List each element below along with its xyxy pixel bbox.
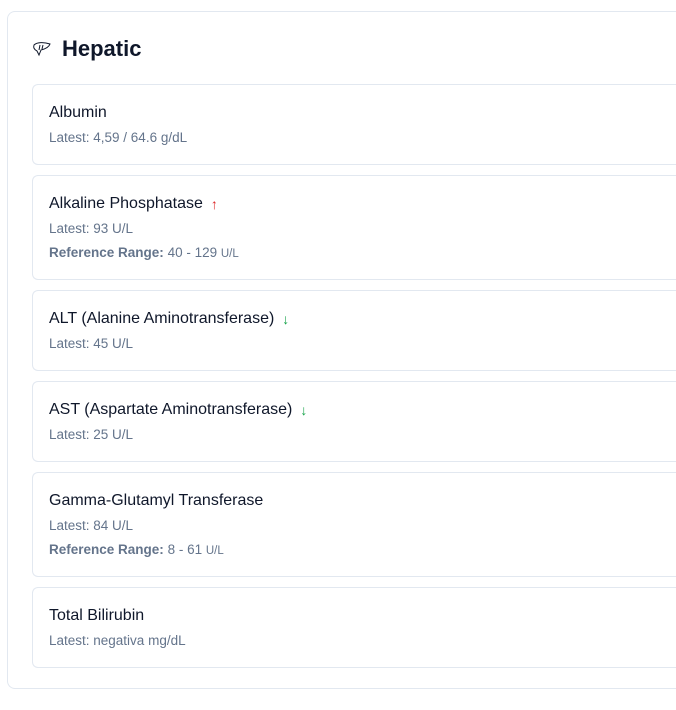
arrow-up-icon: ↑ [210, 196, 218, 212]
liver-icon [32, 41, 52, 57]
arrow-down-icon: ↓ [282, 311, 290, 327]
test-name: Gamma-Glutamyl Transferase [49, 492, 264, 509]
latest-value: Latest: 25 U/L [49, 427, 134, 442]
reference-value: 8 - 61 [167, 542, 203, 557]
latest-value: Latest: 4,59 / 64.6 g/dL [49, 130, 188, 145]
reference-unit: U/L [205, 545, 224, 557]
test-card-alt[interactable]: ALT (Alanine Aminotransferase) ↓ Latest: … [32, 290, 676, 371]
section-title: Hepatic [62, 36, 142, 61]
reference-range: Reference Range: 8 - 61 U/L [49, 542, 660, 560]
test-card-ast[interactable]: AST (Aspartate Aminotransferase) ↓ Latest… [32, 381, 676, 462]
section-header: Hepatic [32, 36, 141, 62]
test-name: Alkaline Phosphatase [49, 195, 203, 212]
reference-unit: U/L [220, 248, 239, 260]
latest-value: Latest: 45 U/L [49, 336, 134, 351]
test-card-ggt[interactable]: Gamma-Glutamyl Transferase Latest: 84 U/… [32, 472, 676, 577]
reference-label: Reference Range: [49, 542, 164, 557]
test-card-alkaline-phosphatase[interactable]: Alkaline Phosphatase ↑ Latest: 93 U/L Ref… [32, 175, 676, 280]
latest-value: Latest: negativa mg/dL [49, 633, 186, 648]
reference-label: Reference Range: [49, 245, 164, 260]
latest-value: Latest: 84 U/L [49, 518, 134, 533]
test-name: Total Bilirubin [49, 607, 145, 624]
test-card-albumin[interactable]: Albumin Latest: 4,59 / 64.6 g/dL [32, 84, 676, 165]
test-name: ALT (Alanine Aminotransferase) [49, 310, 275, 327]
test-name: Albumin [49, 104, 107, 121]
test-name: AST (Aspartate Aminotransferase) [49, 401, 293, 418]
test-list: Albumin Latest: 4,59 / 64.6 g/dL Alkalin… [32, 84, 676, 678]
test-card-total-bilirubin[interactable]: Total Bilirubin Latest: negativa mg/dL [32, 587, 676, 668]
reference-range: Reference Range: 40 - 129 U/L [49, 245, 660, 263]
latest-value: Latest: 93 U/L [49, 221, 134, 236]
arrow-down-icon: ↓ [300, 402, 308, 418]
reference-value: 40 - 129 [167, 245, 218, 260]
